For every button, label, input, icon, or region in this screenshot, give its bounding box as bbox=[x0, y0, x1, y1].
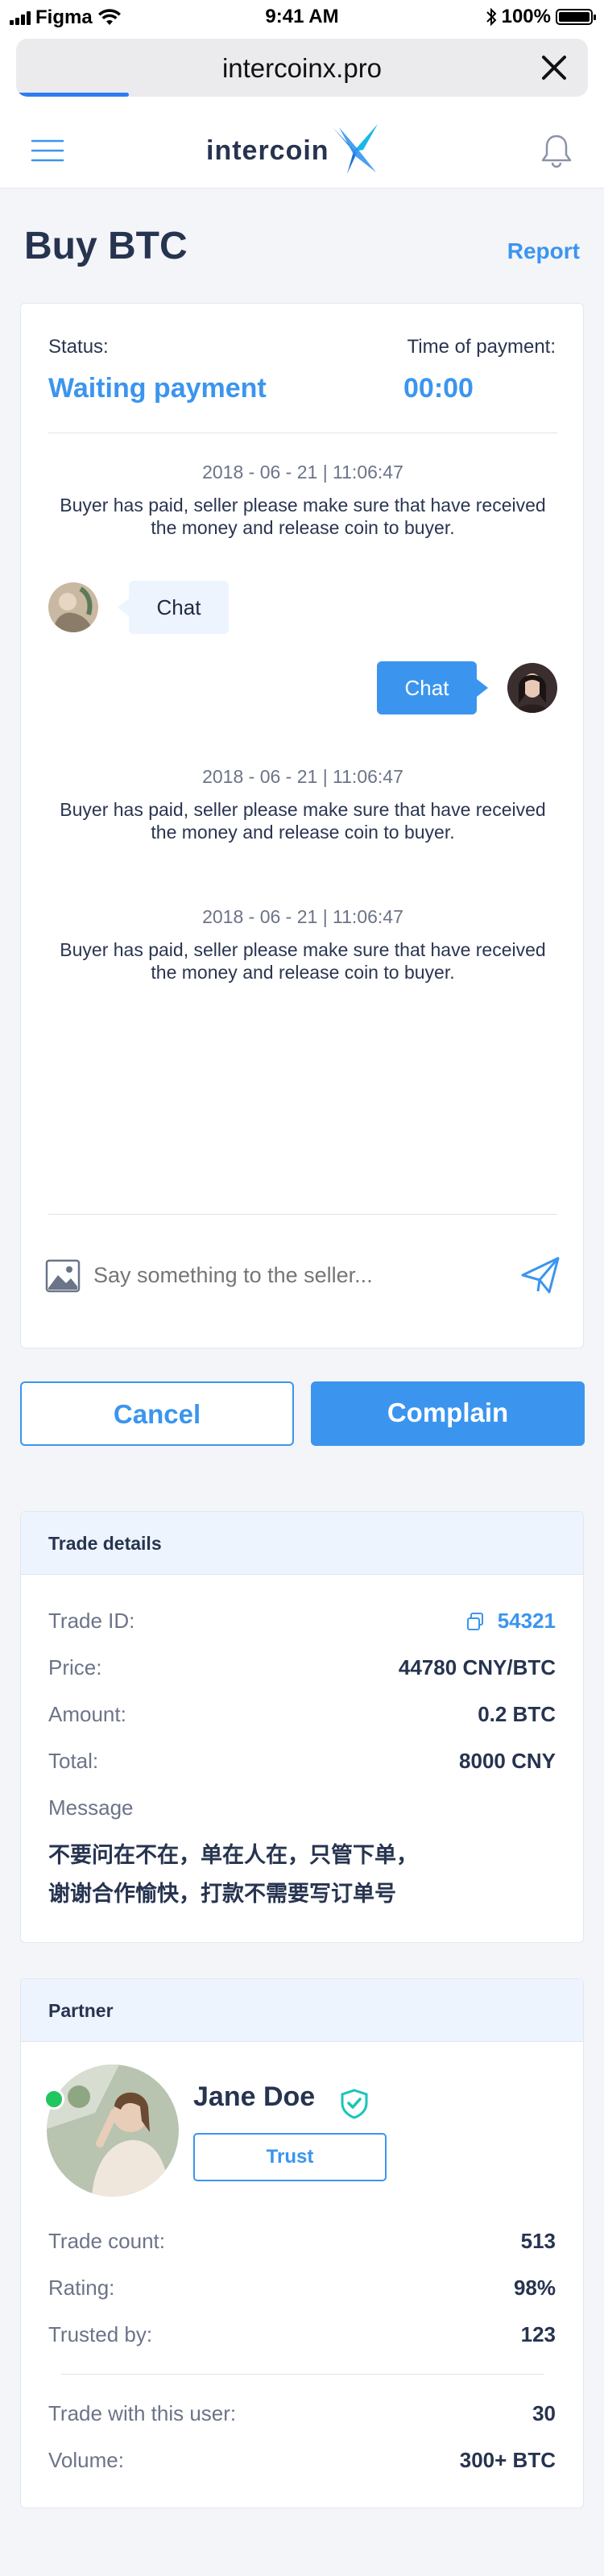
complain-button[interactable]: Complain bbox=[311, 1381, 585, 1446]
report-link[interactable]: Report bbox=[507, 238, 580, 264]
bluetooth-icon bbox=[486, 7, 497, 27]
trade-count-label: Trade count: bbox=[48, 2229, 166, 2253]
message-label: Message bbox=[48, 1795, 134, 1820]
menu-icon[interactable] bbox=[31, 137, 64, 164]
chat-input-row bbox=[45, 1246, 561, 1302]
trusted-by-label: Trusted by: bbox=[48, 2322, 153, 2346]
price-value: 44780 CNY/BTC bbox=[398, 1655, 556, 1679]
app-header: intercoin bbox=[0, 113, 604, 188]
logo-wordmark: intercoin bbox=[206, 135, 329, 166]
rating-value: 98% bbox=[513, 2276, 556, 2300]
image-upload-icon[interactable] bbox=[45, 1259, 81, 1293]
trade-id-label: Trade ID: bbox=[48, 1609, 135, 1633]
system-message-time: 2018 - 06 - 21 | 11:06:47 bbox=[202, 766, 403, 787]
incoming-chat-bubble: Chat bbox=[118, 581, 229, 634]
stats-divider bbox=[61, 2374, 544, 2375]
partner-header: Partner bbox=[21, 1979, 583, 2042]
url-text[interactable]: intercoinx.pro bbox=[16, 53, 588, 84]
verified-badge-icon bbox=[341, 2089, 368, 2119]
buyer-avatar[interactable] bbox=[507, 663, 557, 713]
trust-button[interactable]: Trust bbox=[193, 2133, 387, 2181]
partner-heading: Partner bbox=[48, 2000, 114, 2021]
message-row: Message bbox=[48, 1795, 556, 1828]
online-indicator bbox=[43, 2089, 64, 2110]
trade-details-card: Trade details Trade ID: 54321 Price: 447… bbox=[20, 1511, 584, 1943]
volume-label: Volume: bbox=[48, 2448, 124, 2472]
time-of-payment-label: Time of payment: bbox=[407, 336, 556, 358]
trades-with-user-value: 30 bbox=[532, 2401, 556, 2425]
chat-card: Status: Waiting payment Time of payment:… bbox=[20, 303, 584, 1348]
send-icon[interactable] bbox=[520, 1256, 561, 1294]
partner-name: Jane Doe bbox=[193, 2081, 316, 2112]
system-message-time: 2018 - 06 - 21 | 11:06:47 bbox=[202, 906, 403, 927]
status-right: 100% bbox=[486, 6, 596, 28]
copy-icon[interactable] bbox=[465, 1612, 485, 1631]
input-divider bbox=[48, 1214, 557, 1215]
battery-percent: 100% bbox=[501, 6, 551, 27]
page-title: Buy BTC bbox=[24, 225, 188, 267]
system-message-time: 2018 - 06 - 21 | 11:06:47 bbox=[202, 462, 403, 482]
rating-row: Rating: 98% bbox=[48, 2276, 556, 2308]
cancel-button[interactable]: Cancel bbox=[20, 1381, 294, 1446]
trusted-by-row: Trusted by: 123 bbox=[48, 2322, 556, 2354]
partner-card: Partner Trade count: 513 Rating: 98% Tru… bbox=[20, 1978, 584, 2508]
trades-with-user-row: Trade with this user: 30 bbox=[48, 2401, 556, 2433]
seller-avatar[interactable] bbox=[48, 582, 98, 632]
battery-icon bbox=[556, 9, 596, 25]
message-line: 谢谢合作愉快，打款不需要写订单号 bbox=[48, 1882, 396, 1906]
partner-avatar[interactable] bbox=[47, 2065, 179, 2197]
amount-label: Amount: bbox=[48, 1702, 126, 1726]
amount-value: 0.2 BTC bbox=[478, 1702, 556, 1726]
time-of-payment-value: 00:00 bbox=[403, 373, 474, 404]
address-bar[interactable]: intercoinx.pro bbox=[16, 39, 588, 97]
intercoin-logo[interactable]: intercoin bbox=[206, 122, 381, 179]
trade-id-row: Trade ID: 54321 bbox=[48, 1609, 556, 1641]
total-value: 8000 CNY bbox=[459, 1749, 556, 1773]
status-label: Status: bbox=[48, 336, 109, 358]
system-message-text: Buyer has paid, seller please make sure … bbox=[60, 939, 546, 983]
trade-details-heading: Trade details bbox=[48, 1533, 162, 1554]
amount-row: Amount: 0.2 BTC bbox=[48, 1702, 556, 1734]
chat-message-input[interactable] bbox=[93, 1254, 496, 1296]
outgoing-chat-bubble: Chat bbox=[377, 661, 488, 714]
system-message-text: Buyer has paid, seller please make sure … bbox=[60, 495, 546, 538]
trade-id-number: 54321 bbox=[497, 1609, 556, 1633]
message-line: 不要问在不在，单在人在，只管下单， bbox=[48, 1843, 418, 1867]
price-label: Price: bbox=[48, 1655, 102, 1679]
browser-bar: intercoinx.pro bbox=[0, 35, 604, 113]
trade-count-row: Trade count: 513 bbox=[48, 2229, 556, 2261]
rating-label: Rating: bbox=[48, 2276, 115, 2300]
volume-value: 300+ BTC bbox=[459, 2448, 556, 2472]
total-row: Total: 8000 CNY bbox=[48, 1749, 556, 1781]
system-message-text: Buyer has paid, seller please make sure … bbox=[60, 799, 546, 843]
total-label: Total: bbox=[48, 1749, 99, 1773]
status-value: Waiting payment bbox=[48, 373, 267, 404]
bell-icon[interactable] bbox=[540, 132, 573, 169]
trade-id-value[interactable]: 54321 bbox=[465, 1609, 556, 1634]
price-row: Price: 44780 CNY/BTC bbox=[48, 1655, 556, 1688]
trades-with-user-label: Trade with this user: bbox=[48, 2401, 237, 2425]
volume-row: Volume: 300+ BTC bbox=[48, 2448, 556, 2480]
trade-count-value: 513 bbox=[520, 2229, 556, 2253]
status-bar: Figma 9:41 AM 100% bbox=[0, 0, 604, 35]
trade-details-header: Trade details bbox=[21, 1512, 583, 1575]
page-load-progress bbox=[16, 93, 129, 97]
close-icon[interactable] bbox=[538, 52, 570, 84]
trusted-by-value: 123 bbox=[520, 2322, 556, 2346]
logo-x-mark-icon bbox=[332, 124, 378, 174]
